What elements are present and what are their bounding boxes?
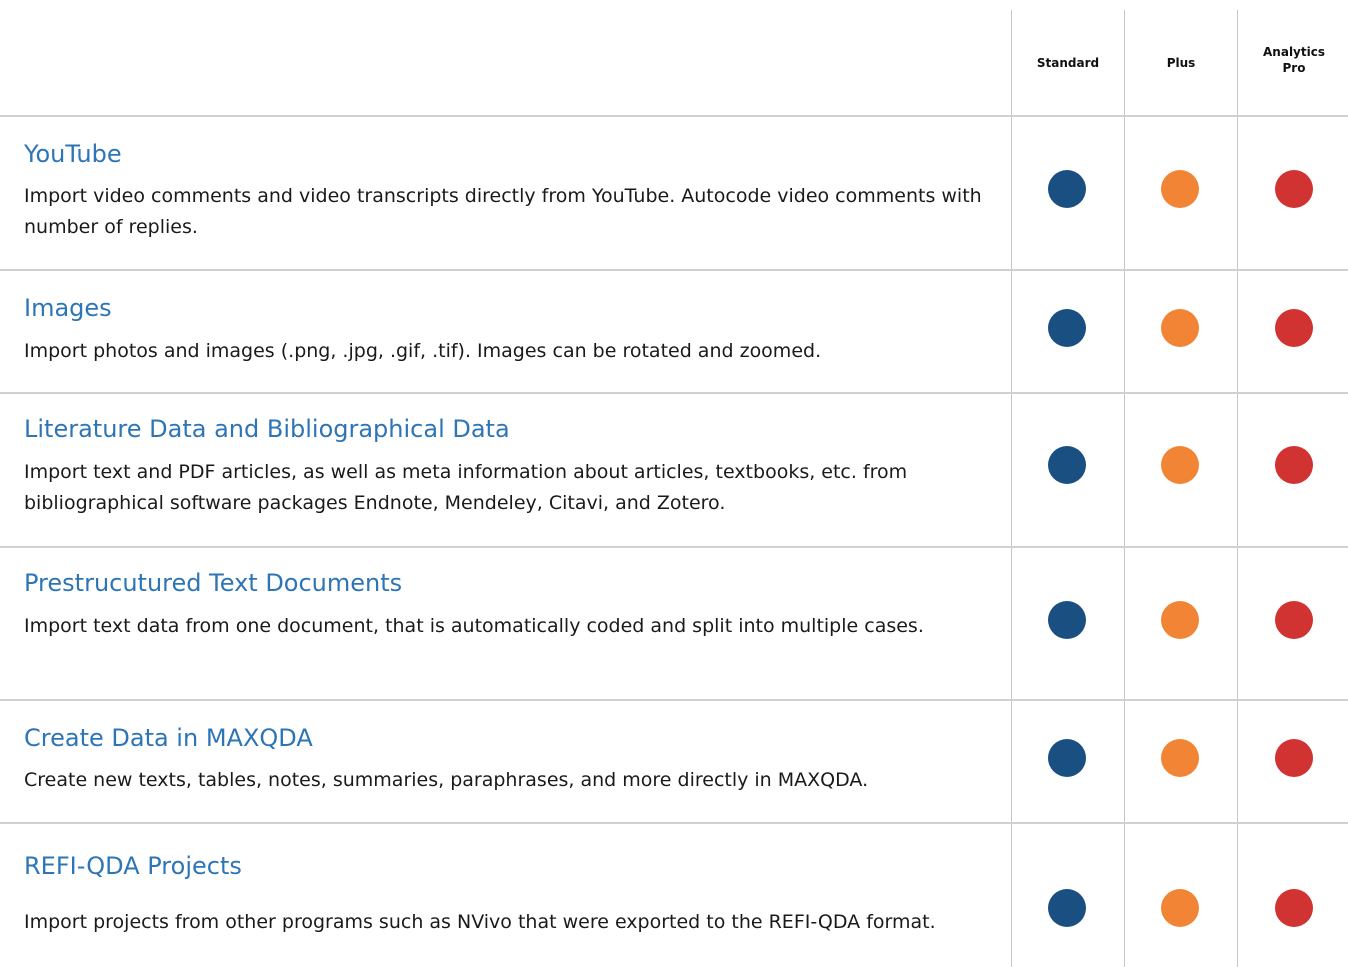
analytics-pro-included-dot — [1275, 601, 1313, 639]
standard-included-dot — [1048, 601, 1086, 639]
plus-included-dot — [1161, 170, 1199, 208]
feature-comparison-table: Standard Plus Analytics Pro YouTube Impo… — [0, 0, 1348, 967]
standard-included-dot — [1048, 170, 1086, 208]
analytics-pro-included-dot — [1275, 170, 1313, 208]
analytics-pro-included-dot — [1275, 446, 1313, 484]
feature-title: REFI-QDA Projects — [24, 852, 242, 880]
feature-title: Literature Data and Bibliographical Data — [24, 415, 510, 443]
analytics-pro-included-dot — [1275, 739, 1313, 777]
plus-included-dot — [1161, 739, 1199, 777]
standard-included-dot — [1048, 309, 1086, 347]
column-header-analytics-pro: Analytics Pro — [1263, 45, 1325, 75]
table-row-create-data: Create Data in MAXQDA Create new texts, … — [0, 701, 1348, 822]
analytics-pro-included-dot — [1275, 309, 1313, 347]
table-row-refi-qda: REFI-QDA Projects Import projects from o… — [0, 824, 1348, 967]
plus-included-dot — [1161, 601, 1199, 639]
analytics-pro-included-dot — [1275, 889, 1313, 927]
plus-included-dot — [1161, 446, 1199, 484]
feature-title: Images — [24, 294, 112, 322]
feature-title: Prestrucutured Text Documents — [24, 569, 403, 597]
standard-included-dot — [1048, 739, 1086, 777]
table-row-prestructured-text: Prestrucutured Text Documents Import tex… — [0, 548, 1348, 699]
standard-included-dot — [1048, 889, 1086, 927]
plus-included-dot — [1161, 889, 1199, 927]
feature-description: Create new texts, tables, notes, summari… — [24, 769, 869, 791]
feature-description: Import projects from other programs such… — [24, 911, 936, 933]
column-header-standard: Standard — [1036, 56, 1100, 70]
feature-description: Import text data from one document, that… — [24, 615, 924, 637]
table-row-images: Images Import photos and images (.png, .… — [0, 271, 1348, 392]
plus-included-dot — [1161, 309, 1199, 347]
feature-title: YouTube — [24, 140, 122, 168]
column-header-plus: Plus — [1166, 56, 1196, 70]
feature-description: Import text and PDF articles, as well as… — [24, 461, 908, 514]
table-row-literature: Literature Data and Bibliographical Data… — [0, 394, 1348, 546]
feature-description: Import video comments and video transcri… — [24, 185, 982, 238]
feature-title: Create Data in MAXQDA — [24, 724, 313, 752]
standard-included-dot — [1048, 446, 1086, 484]
feature-description: Import photos and images (.png, .jpg, .g… — [24, 340, 822, 362]
table-row-youtube: YouTube Import video comments and video … — [0, 117, 1348, 269]
